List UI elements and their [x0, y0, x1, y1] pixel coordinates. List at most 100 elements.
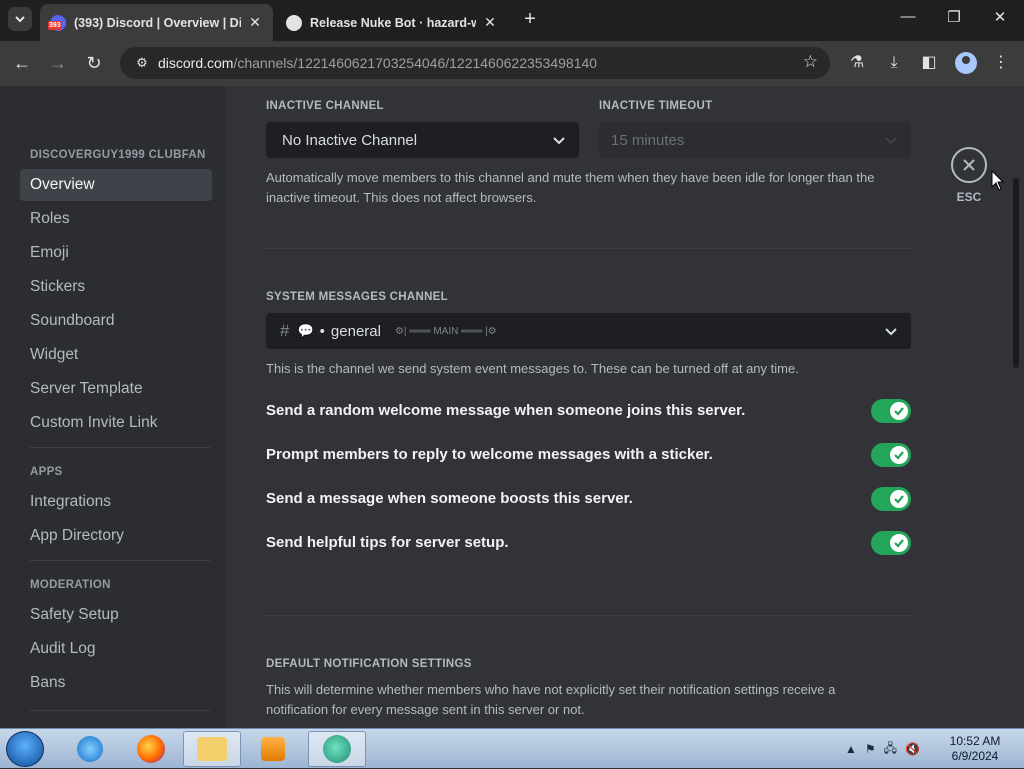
sidebar-divider	[30, 447, 210, 448]
toggle-label-welcome: Send a random welcome message when someo…	[266, 402, 746, 419]
github-favicon-icon	[286, 14, 302, 31]
restore-icon[interactable]: ❐	[944, 8, 964, 26]
browser-toolbar: ← → ↻ ⚙ discord.com/channels/12214606217…	[0, 41, 1024, 86]
dot-separator: •	[319, 322, 325, 340]
tab-search-button[interactable]	[8, 7, 32, 31]
speech-bubble-icon: 💬	[297, 323, 314, 338]
sidebar-item-audit-log[interactable]: Audit Log	[20, 633, 212, 665]
toggle-knob	[890, 534, 908, 552]
inactive-timeout-value: 15 minutes	[611, 131, 685, 149]
notification-help-text: This will determine whether members who …	[266, 682, 836, 717]
minimize-icon[interactable]: —	[898, 8, 918, 25]
profile-avatar-icon[interactable]	[955, 52, 977, 74]
inactive-channel-select[interactable]: No Inactive Channel	[266, 122, 579, 158]
close-icon	[963, 159, 975, 171]
media-player-icon	[261, 737, 285, 761]
server-name-header: DISCOVERGUY1999 CLUBFAN	[30, 149, 206, 161]
toggle-knob	[890, 490, 908, 508]
sidebar-item-integrations[interactable]: Integrations	[20, 486, 212, 518]
mouse-cursor-icon	[991, 170, 1005, 191]
inactive-channel-value: No Inactive Channel	[282, 131, 418, 149]
tab-title: Release Nuke Bot · hazard-wb	[310, 15, 476, 30]
back-arrow-icon[interactable]: ←	[11, 52, 33, 74]
taskbar-file-explorer[interactable]	[183, 731, 241, 767]
side-panel-icon[interactable]: ◧	[918, 52, 940, 74]
browser-tab-bar: 393 (393) Discord | Overview | Disc ✕ Re…	[0, 0, 1024, 41]
volume-muted-icon[interactable]: 🔇	[905, 742, 920, 756]
system-clock[interactable]: 10:52 AM 6/9/2024	[940, 734, 1010, 764]
chevron-down-icon	[885, 328, 897, 336]
inactive-help-text: Automatically move members to this chann…	[266, 170, 875, 205]
sidebar-item-server-template[interactable]: Server Template	[20, 373, 212, 405]
inactive-timeout-select[interactable]: 15 minutes	[599, 122, 911, 158]
taskbar-media-player[interactable]	[244, 731, 302, 767]
bookmark-star-icon[interactable]: ☆	[803, 52, 818, 72]
close-tab-icon[interactable]: ✕	[247, 14, 263, 31]
sidebar-item-widget[interactable]: Widget	[20, 339, 212, 371]
chevron-down-icon	[15, 16, 25, 23]
reload-icon[interactable]: ↻	[83, 52, 105, 74]
section-divider	[266, 248, 911, 249]
sidebar-item-stickers[interactable]: Stickers	[20, 271, 212, 303]
taskbar-internet-explorer[interactable]	[61, 731, 119, 767]
inactive-channel-label: INACTIVE CHANNEL	[266, 100, 384, 112]
tab-github[interactable]: Release Nuke Bot · hazard-wb ✕	[276, 4, 508, 41]
chevron-down-icon	[553, 137, 565, 145]
sidebar-item-safety-setup[interactable]: Safety Setup	[20, 599, 212, 631]
toggle-boost-message[interactable]	[871, 487, 911, 511]
labs-flask-icon[interactable]: ⚗	[846, 52, 868, 74]
sidebar-item-custom-invite-link[interactable]: Custom Invite Link	[20, 407, 212, 439]
esc-label: ESC	[956, 190, 982, 204]
system-tray: ▲ ⚑ 🖧 🔇	[845, 729, 920, 769]
toggle-setup-tips[interactable]	[871, 531, 911, 555]
system-channel-select[interactable]: # 💬 • general ⚙| ═══ MAIN ═══ |⚙	[266, 313, 911, 349]
close-settings-button[interactable]	[951, 147, 987, 183]
internet-explorer-icon	[77, 736, 103, 762]
new-tab-icon[interactable]: +	[520, 8, 540, 31]
folder-icon	[197, 737, 227, 761]
site-settings-icon[interactable]: ⚙	[130, 55, 154, 71]
sidebar-divider	[30, 560, 210, 561]
inactive-timeout-label: INACTIVE TIMEOUT	[599, 100, 713, 112]
url-text: discord.com/channels/1221460621703254046…	[158, 55, 598, 71]
address-bar[interactable]: ⚙ discord.com/channels/12214606217032540…	[120, 47, 830, 79]
checkmark-icon	[894, 539, 904, 548]
section-divider	[266, 615, 911, 616]
scrollbar[interactable]	[1013, 178, 1019, 368]
settings-content: INACTIVE CHANNEL No Inactive Channel INA…	[225, 86, 1024, 728]
menu-kebab-icon[interactable]: ⋮	[990, 52, 1012, 74]
taskbar-chrome-app[interactable]	[308, 731, 366, 767]
sidebar-item-emoji[interactable]: Emoji	[20, 237, 212, 269]
sidebar-item-roles[interactable]: Roles	[20, 203, 212, 235]
start-button[interactable]	[6, 731, 44, 767]
forward-arrow-icon[interactable]: →	[47, 52, 69, 74]
toggle-welcome-message[interactable]	[871, 399, 911, 423]
download-icon[interactable]: ⤓	[883, 52, 905, 74]
network-icon[interactable]: 🖧	[884, 739, 897, 760]
text-channel-hash-icon: #	[280, 321, 290, 340]
sidebar-item-overview[interactable]: Overview	[20, 169, 212, 201]
sidebar-item-bans[interactable]: Bans	[20, 667, 212, 699]
apps-header: APPS	[30, 466, 63, 478]
toggle-knob	[890, 402, 908, 420]
app-icon	[323, 735, 351, 763]
close-tab-icon[interactable]: ✕	[482, 14, 498, 31]
system-channel-name: general	[330, 322, 381, 340]
sidebar-item-app-directory[interactable]: App Directory	[20, 520, 212, 552]
system-channel-category: ⚙| ═══ MAIN ═══ |⚙	[394, 325, 497, 337]
taskbar-firefox[interactable]	[122, 731, 180, 767]
system-messages-label: SYSTEM MESSAGES CHANNEL	[266, 291, 448, 303]
toggle-label-boost: Send a message when someone boosts this …	[266, 490, 633, 507]
toggle-sticker-reply[interactable]	[871, 443, 911, 467]
clock-time: 10:52 AM	[949, 734, 1001, 748]
sidebar-item-soundboard[interactable]: Soundboard	[20, 305, 212, 337]
action-center-flag-icon[interactable]: ⚑	[865, 742, 876, 756]
tab-discord[interactable]: 393 (393) Discord | Overview | Disc ✕	[40, 4, 273, 41]
close-window-icon[interactable]: ✕	[990, 8, 1010, 26]
toggle-knob	[890, 446, 908, 464]
toggle-label-sticker: Prompt members to reply to welcome messa…	[266, 446, 713, 463]
discord-favicon-icon: 393	[48, 14, 66, 31]
notification-settings-label: DEFAULT NOTIFICATION SETTINGS	[266, 658, 472, 670]
settings-sidebar: DISCOVERGUY1999 CLUBFAN Overview Roles E…	[0, 86, 225, 728]
tray-expand-icon[interactable]: ▲	[845, 742, 857, 756]
